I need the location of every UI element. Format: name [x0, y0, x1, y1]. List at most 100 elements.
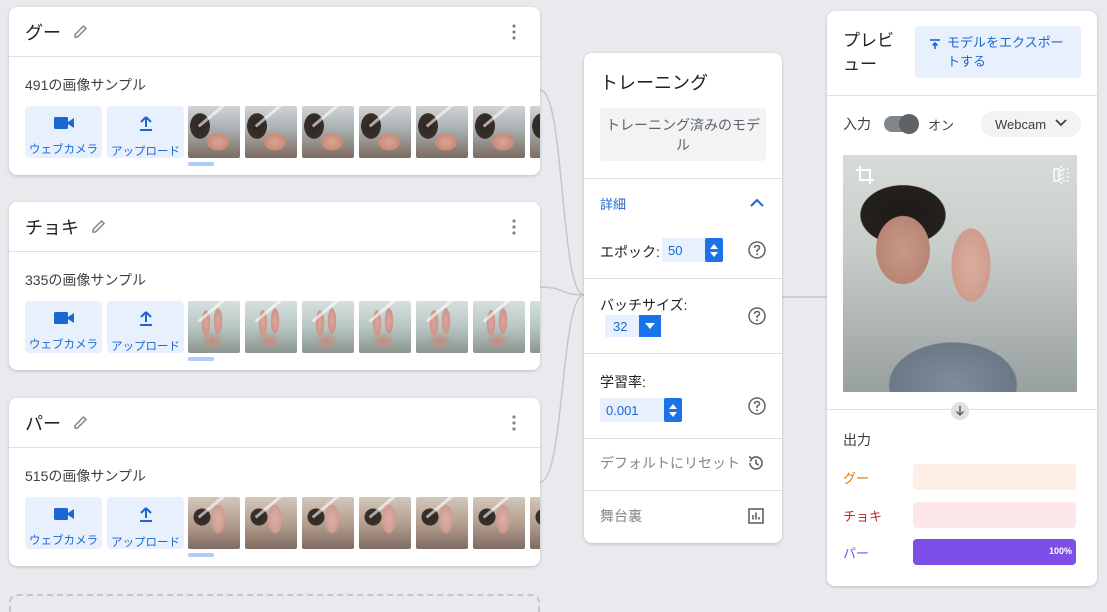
more-vert-icon[interactable] [504, 22, 524, 42]
input-source-select[interactable]: Webcam [981, 111, 1081, 137]
sample-thumbnail[interactable] [302, 497, 354, 549]
export-model-button[interactable]: モデルをエクスポートする [915, 26, 1081, 78]
batch-size-select[interactable]: 32 [605, 315, 661, 337]
divider [827, 95, 1097, 96]
confidence-bar [913, 502, 1076, 528]
sample-thumbnails[interactable] [188, 106, 540, 159]
increment-icon[interactable] [710, 243, 718, 249]
sample-thumbnail[interactable] [245, 497, 297, 549]
sample-thumbnail[interactable] [530, 497, 540, 549]
chevron-down-icon [1054, 115, 1068, 133]
videocam-icon [53, 506, 75, 527]
stepper-arrows[interactable] [705, 238, 723, 262]
sample-thumbnails[interactable] [188, 301, 540, 354]
sample-thumbnail[interactable] [359, 106, 411, 158]
preview-card: プレビュー モデルをエクスポートする 入力 オン Webcam 出力 グー チョ… [827, 11, 1097, 586]
reset-defaults-button[interactable]: デフォルトにリセット [600, 453, 766, 473]
pencil-icon[interactable] [89, 217, 109, 237]
sample-thumbnail[interactable] [416, 301, 468, 353]
add-class-card[interactable] [9, 594, 540, 612]
thumbnail-scrollbar[interactable] [188, 357, 214, 361]
input-row: 入力 オン Webcam [843, 111, 1081, 137]
help-icon[interactable] [747, 306, 767, 326]
sample-thumbnail[interactable] [416, 106, 468, 158]
input-label: 入力 [843, 116, 871, 132]
output-class-name: グー [843, 470, 870, 486]
epochs-label: エポック: [600, 244, 660, 260]
webcam-feed [843, 155, 1077, 392]
output-class-name: パー [843, 545, 870, 561]
class-card-1: グー 491の画像サンプル ウェブカメラ アップロード [9, 7, 540, 175]
webcam-button[interactable]: ウェブカメラ [25, 497, 102, 549]
increment-icon[interactable] [669, 403, 677, 409]
history-icon [746, 453, 766, 473]
decrement-icon[interactable] [669, 411, 677, 417]
train-model-button[interactable]: トレーニング済みのモデル [600, 108, 766, 161]
training-card: トレーニング トレーニング済みのモデル 詳細 エポック: 50 バッチサイズ: … [584, 53, 782, 543]
upload-button-label: アップロード [111, 146, 180, 158]
upload-button[interactable]: アップロード [107, 301, 184, 353]
sample-thumbnail[interactable] [188, 497, 240, 549]
crop-icon[interactable] [855, 165, 875, 185]
preview-title: プレビュー [843, 31, 894, 74]
upload-button[interactable]: アップロード [107, 497, 184, 549]
sample-thumbnail[interactable] [473, 106, 525, 158]
webcam-button-label: ウェブカメラ [29, 339, 98, 351]
stepper-arrows[interactable] [664, 398, 682, 422]
class-name[interactable]: パー [25, 410, 61, 436]
more-vert-icon[interactable] [504, 413, 524, 433]
output-title: 出力 [843, 432, 871, 448]
upload-button-label: アップロード [111, 537, 180, 549]
batch-size-value: 32 [613, 318, 628, 334]
thumbnail-scrollbar[interactable] [188, 553, 214, 557]
sample-thumbnail[interactable] [473, 497, 525, 549]
input-source-value: Webcam [995, 116, 1047, 132]
pencil-icon[interactable] [71, 22, 91, 42]
upload-button[interactable]: アップロード [107, 106, 184, 158]
reset-defaults-label: デフォルトにリセット [600, 455, 740, 471]
sample-thumbnails[interactable] [188, 497, 540, 550]
under-the-hood-button[interactable]: 舞台裏 [600, 506, 766, 526]
decrement-icon[interactable] [710, 251, 718, 257]
export-model-label: モデルをエクスポートする [947, 35, 1064, 69]
sample-thumbnail[interactable] [302, 106, 354, 158]
class-card-3: パー 515の画像サンプル ウェブカメラ アップロード [9, 398, 540, 566]
upload-button-label: アップロード [111, 341, 180, 353]
advanced-toggle[interactable]: 詳細 [600, 193, 766, 213]
sample-count: 335の画像サンプル [25, 272, 146, 288]
learning-rate-value[interactable]: 0.001 [600, 403, 664, 418]
learning-rate-stepper[interactable]: 0.001 [600, 398, 682, 422]
sample-thumbnail[interactable] [530, 301, 540, 353]
sample-thumbnail[interactable] [530, 106, 540, 158]
divider [584, 278, 782, 279]
sample-thumbnail[interactable] [473, 301, 525, 353]
webcam-button-label: ウェブカメラ [29, 144, 98, 156]
help-icon[interactable] [747, 240, 767, 260]
bar-chart-icon [746, 506, 766, 526]
class-header: チョキ [9, 202, 540, 252]
input-toggle[interactable] [884, 114, 919, 134]
more-vert-icon[interactable] [504, 217, 524, 237]
sample-thumbnail[interactable] [188, 106, 240, 158]
output-row-1: グー [843, 464, 1077, 490]
epochs-stepper[interactable]: 50 [662, 238, 723, 262]
class-header: グー [9, 7, 540, 57]
class-name[interactable]: チョキ [25, 214, 79, 240]
pencil-icon[interactable] [71, 413, 91, 433]
sample-thumbnail[interactable] [302, 301, 354, 353]
webcam-button[interactable]: ウェブカメラ [25, 301, 102, 353]
sample-thumbnail[interactable] [245, 301, 297, 353]
output-row-2: チョキ [843, 502, 1077, 528]
webcam-button[interactable]: ウェブカメラ [25, 106, 102, 158]
sample-thumbnail[interactable] [416, 497, 468, 549]
epochs-value[interactable]: 50 [662, 243, 705, 258]
confidence-bar: 100% [913, 539, 1076, 565]
class-name[interactable]: グー [25, 19, 61, 45]
flip-icon[interactable] [1051, 165, 1071, 185]
sample-thumbnail[interactable] [359, 497, 411, 549]
sample-thumbnail[interactable] [359, 301, 411, 353]
sample-thumbnail[interactable] [188, 301, 240, 353]
thumbnail-scrollbar[interactable] [188, 162, 214, 166]
help-icon[interactable] [747, 396, 767, 416]
sample-thumbnail[interactable] [245, 106, 297, 158]
